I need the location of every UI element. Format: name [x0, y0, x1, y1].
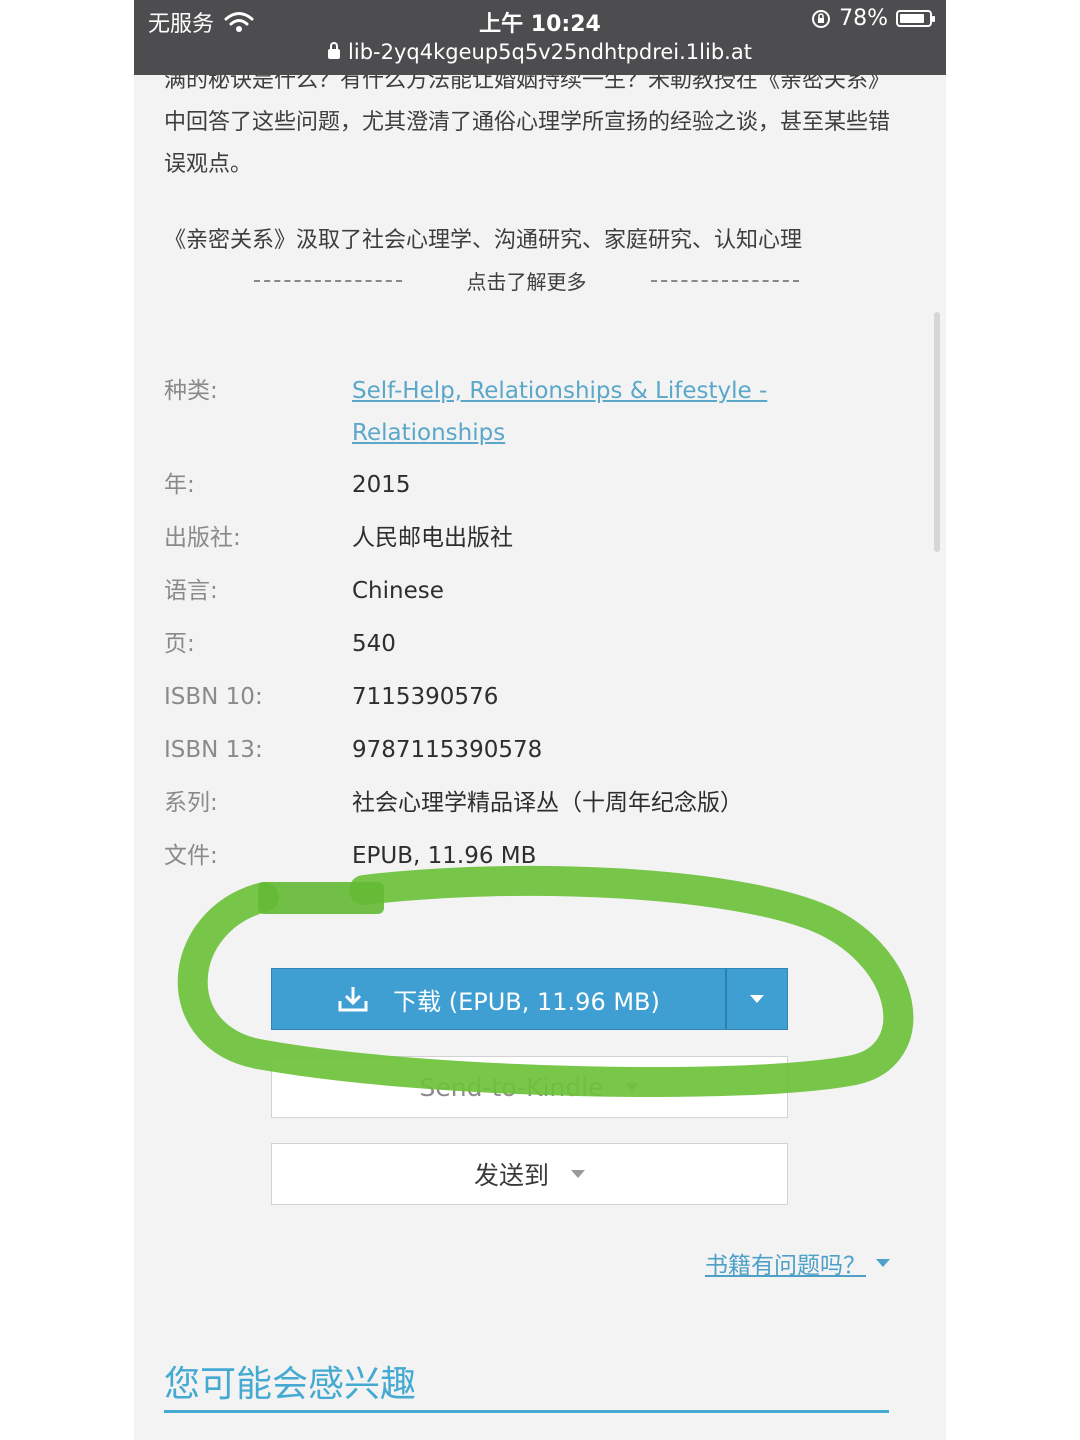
divider	[254, 279, 402, 282]
lock-icon	[328, 42, 341, 59]
caret-down-icon	[876, 1259, 890, 1267]
detail-category: 种类: Self-Help, Relationships & Lifestyle…	[164, 370, 894, 454]
detail-label: 语言:	[164, 578, 218, 604]
detail-value: 社会心理学精品译丛（十周年纪念版）	[352, 790, 743, 816]
scrollbar[interactable]	[934, 312, 940, 552]
read-more[interactable]: 点击了解更多	[254, 266, 799, 295]
detail-label: 种类:	[164, 378, 218, 404]
download-label: 下载 (EPUB, 11.96 MB)	[393, 987, 660, 1016]
detail-isbn13: ISBN 13: 9787115390578	[164, 729, 894, 771]
send-to-kindle-label: Send-to-Kindle	[419, 1072, 604, 1102]
download-main[interactable]: 下载 (EPUB, 11.96 MB)	[272, 969, 725, 1029]
divider	[651, 279, 799, 282]
detail-publisher: 出版社: 人民邮电出版社	[164, 517, 894, 559]
download-button[interactable]: 下载 (EPUB, 11.96 MB)	[271, 968, 788, 1030]
detail-series: 系列: 社会心理学精品译丛（十周年纪念版）	[164, 782, 894, 824]
detail-label: ISBN 13:	[164, 737, 263, 763]
detail-label: ISBN 10:	[164, 684, 263, 710]
category-link[interactable]: Self-Help, Relationships & Lifestyle - R…	[352, 370, 894, 454]
detail-value: 7115390576	[352, 684, 499, 710]
download-icon	[338, 987, 368, 1012]
detail-value: 人民邮电出版社	[352, 525, 513, 551]
caret-down-icon	[750, 995, 764, 1003]
report-problem-link[interactable]: 书籍有问题吗？	[705, 1246, 890, 1280]
detail-pages: 页: 540	[164, 623, 894, 665]
detail-year: 年: 2015	[164, 464, 894, 506]
detail-language: 语言: Chinese	[164, 570, 894, 612]
caret-down-icon	[625, 1083, 640, 1091]
detail-isbn10: ISBN 10: 7115390576	[164, 676, 894, 718]
caret-down-icon	[571, 1170, 585, 1178]
detail-label: 文件:	[164, 843, 218, 869]
detail-value: Chinese	[352, 578, 444, 604]
detail-value: 2015	[352, 472, 411, 498]
read-more-link[interactable]: 点击了解更多	[467, 266, 587, 295]
browser-top-bar: 无服务 上午 10:24 78% lib-2yq4kgeup5q5v25ndht…	[134, 0, 946, 75]
battery-status: 78%	[811, 6, 935, 31]
address-bar[interactable]: lib-2yq4kgeup5q5v25ndhtpdrei.1lib.at	[134, 40, 946, 64]
section-title: 您可能会感兴趣	[164, 1364, 417, 1405]
download-dropdown-toggle[interactable]	[727, 995, 787, 1003]
send-to-label: 发送到	[473, 1161, 549, 1190]
detail-value: EPUB, 11.96 MB	[352, 843, 537, 869]
detail-label: 页:	[164, 631, 195, 657]
detail-value: 540	[352, 631, 396, 657]
url-text: lib-2yq4kgeup5q5v25ndhtpdrei.1lib.at	[348, 40, 752, 64]
description-paragraph: 满的秘诀是什么？有什么方法能让婚姻持续一生？米勒教授在《亲密关系》中回答了这些问…	[164, 68, 891, 177]
detail-label: 出版社:	[164, 525, 241, 551]
detail-file: 文件: EPUB, 11.96 MB	[164, 835, 894, 877]
highlight-circle-annotation	[177, 865, 914, 1097]
send-to-button[interactable]: 发送到	[271, 1143, 788, 1205]
description-paragraph-2: 《亲密关系》汲取了社会心理学、沟通研究、家庭研究、认知心理	[164, 228, 803, 253]
detail-label: 系列:	[164, 790, 218, 816]
detail-label: 年:	[164, 472, 195, 498]
battery-icon	[896, 10, 935, 27]
battery-percent: 78%	[839, 6, 888, 31]
detail-value: 9787115390578	[352, 737, 543, 763]
section-underline	[164, 1410, 889, 1413]
report-label: 书籍有问题吗？	[705, 1253, 866, 1279]
rotation-lock-icon	[812, 9, 831, 28]
send-to-kindle-button[interactable]: Send-to-Kindle	[271, 1056, 788, 1118]
phone-screen: 无服务 上午 10:24 78% lib-2yq4kgeup5q5v25ndht…	[134, 0, 946, 1440]
